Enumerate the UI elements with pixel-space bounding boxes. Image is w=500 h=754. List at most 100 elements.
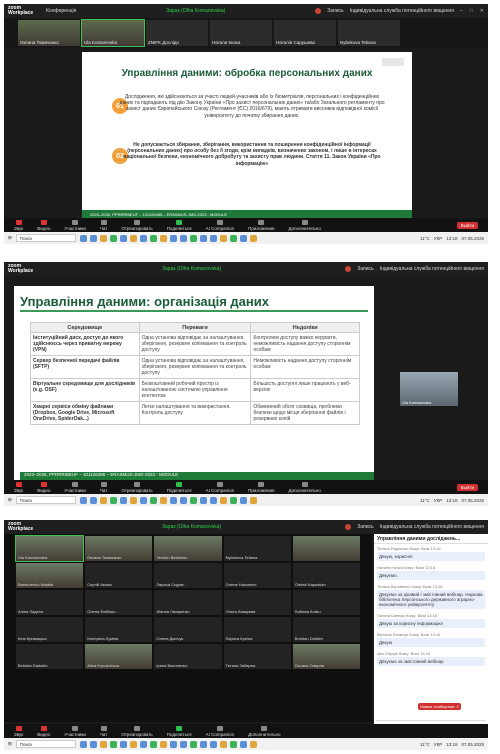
new-messages-badge[interactable]: Новые сообщения: 2 <box>418 703 461 710</box>
participant-thumb[interactable]: Наталія Сарушева <box>274 20 336 46</box>
weather: 11°C <box>419 741 430 747</box>
video-button[interactable]: Видео <box>37 219 50 231</box>
maximize-icon[interactable]: □ <box>470 8 473 14</box>
participant-tile[interactable] <box>292 536 360 561</box>
react-button[interactable]: Отреагировать <box>121 725 153 737</box>
participant-tile[interactable]: Жанна Лазоренко <box>154 590 222 615</box>
apps-icon <box>258 481 265 487</box>
clock-time: 13:18 <box>446 497 458 503</box>
share-button[interactable]: Поделиться <box>167 219 192 231</box>
start-icon[interactable]: ⊞ <box>8 235 12 241</box>
audio-button[interactable]: Звук <box>14 219 23 231</box>
more-button[interactable]: Дополнительно <box>288 481 321 493</box>
audio-button[interactable]: Звук <box>14 725 23 737</box>
participant-tile[interactable]: Тетяна Забарна <box>223 644 291 669</box>
taskbar-apps[interactable] <box>79 496 416 504</box>
ai-companion-button[interactable]: AI Companion <box>206 725 234 737</box>
heart-icon <box>134 481 141 487</box>
people-icon <box>72 481 79 487</box>
mic-off-icon <box>15 725 22 731</box>
participant-tile[interactable]: Nybekova Tetiana <box>223 536 291 561</box>
taskbar-search[interactable]: Поиск <box>15 496 76 504</box>
chat-button[interactable]: Чат <box>100 219 107 231</box>
participant-thumb[interactable]: Nybekova Tetiana <box>338 20 400 46</box>
taskbar-apps[interactable] <box>79 234 416 242</box>
chat-button[interactable]: Чат <box>100 481 107 493</box>
self-view-video[interactable]: Ula Komarevska <box>400 372 458 406</box>
participant-tile[interactable]: Лариса Скурат... <box>154 563 222 588</box>
react-button[interactable]: Отреагировать <box>121 481 153 493</box>
participant-tile[interactable]: Олена Дынчук <box>154 617 222 642</box>
taskbar-apps[interactable] <box>79 740 416 748</box>
participant-tile[interactable]: Аліна Ладеха <box>16 590 84 615</box>
taskbar-search[interactable]: Поиск <box>15 740 76 748</box>
taskbar-search[interactable]: Поиск <box>15 234 76 242</box>
windows-taskbar: ⊞ Поиск 11°C УКР 13:18 07.05.2025 <box>4 232 488 244</box>
share-button[interactable]: Поделиться <box>167 481 192 493</box>
participant-tile[interactable]: Oleksii Kapustian <box>292 563 360 588</box>
window-controls[interactable]: – □ ✕ <box>460 8 484 14</box>
minimize-icon[interactable]: – <box>460 8 463 14</box>
participant-thumb[interactable]: Натали Кизка <box>210 20 272 46</box>
video-button[interactable]: Видео <box>37 481 50 493</box>
participants-button[interactable]: Участники <box>64 481 86 493</box>
conference-menu[interactable]: Конференція <box>46 8 76 14</box>
zoom-title-bar: zoom Workplace Конференція Зараз (Olha Ko… <box>4 4 488 18</box>
participant-tile[interactable]: Svitlana Andru <box>292 590 360 615</box>
chat-message: Наталія Кизка Кому: Всім 13:16 Дякуємо. <box>374 563 488 582</box>
participant-tile[interactable]: Інна Кривицька <box>16 617 84 642</box>
participants-button[interactable]: Участники <box>64 219 86 231</box>
audio-button[interactable]: Звук <box>14 481 23 493</box>
weather: 11°C <box>419 497 430 503</box>
participant-thumb[interactable]: Ula Komarevska <box>81 19 145 47</box>
chat-button[interactable]: Чат <box>100 725 107 737</box>
self-view-label: Ula Komarevska <box>402 400 432 405</box>
meeting-name[interactable]: Зараз (Olha Komanovska) <box>162 266 221 272</box>
leave-button[interactable]: Выйти <box>456 221 478 229</box>
zoom-logo: zoom Workplace <box>8 5 34 16</box>
participant-thumb[interactable]: Оксана Томачанко <box>18 20 80 46</box>
participant-tile[interactable]: Оксана Томачанко <box>85 536 153 561</box>
language[interactable]: УКР <box>434 236 442 241</box>
participant-tile[interactable]: Ольга Лазарєва <box>223 590 291 615</box>
participant-tile[interactable]: Bohdan Dadakin <box>16 644 84 669</box>
participants-button[interactable]: Участники <box>64 725 86 737</box>
participant-tile[interactable]: Bandurenko Natalia <box>16 563 84 588</box>
language[interactable]: УКР <box>434 742 442 747</box>
ai-companion-button[interactable]: AI Companion <box>206 219 234 231</box>
participant-tile[interactable]: Оксана Смирна <box>292 644 360 669</box>
start-icon[interactable]: ⊞ <box>8 741 12 747</box>
leave-button[interactable]: Выйти <box>456 483 478 491</box>
participant-tile[interactable]: Катерина Луміна <box>85 617 153 642</box>
gallery-view: Ula Komarevska Оксана Томачанко Yevhen B… <box>4 534 372 722</box>
close-icon[interactable]: ✕ <box>480 8 484 14</box>
meeting-name[interactable]: Зараз (Olha Komanovska) <box>162 524 221 530</box>
participant-tile[interactable]: Олена Наконечн <box>223 563 291 588</box>
apps-button[interactable]: Приложения <box>248 219 274 231</box>
apps-button[interactable]: Приложения <box>248 481 274 493</box>
participant-thumb[interactable]: ZNIFK Дослідн <box>146 20 208 46</box>
camera-off-icon <box>40 219 47 225</box>
participant-tile[interactable]: Лариса Крєїна <box>223 617 291 642</box>
mic-off-icon <box>15 219 22 225</box>
participant-tile[interactable]: Сергій Амонс <box>85 563 153 588</box>
participant-tile[interactable]: Bohdan Dahtiev <box>292 617 360 642</box>
more-button[interactable]: Дополнительно <box>248 725 281 737</box>
ai-companion-button[interactable]: AI Companion <box>206 481 234 493</box>
react-button[interactable]: Отреагировать <box>121 219 153 231</box>
start-icon[interactable]: ⊞ <box>8 497 12 503</box>
participant-tile[interactable]: Ula Komarevska <box>14 535 85 562</box>
slide-footer: 2023–2026, PPRRRIBEUF – 101126485 – ERAS… <box>90 212 228 217</box>
participant-tile[interactable]: Alina Kryvolobova <box>85 644 153 669</box>
table-header: Переваги <box>138 322 252 333</box>
more-button[interactable]: Дополнительно <box>288 219 321 231</box>
participant-tile[interactable]: Yevhen Belakhon <box>154 536 222 561</box>
language[interactable]: УКР <box>434 498 442 503</box>
share-button[interactable]: Поделиться <box>167 725 192 737</box>
slide-title: Управління даними: обробка персональних … <box>121 68 373 79</box>
participant-tile[interactable]: Олена Фабілис... <box>85 590 153 615</box>
participant-tile[interactable]: Ірина Василенко <box>154 644 222 669</box>
video-button[interactable]: Видео <box>37 725 50 737</box>
zoom-title-bar: zoom Workplace Зараз (Olha Komanovska) За… <box>4 520 488 534</box>
meeting-name[interactable]: Зараз (Olha Komanovska) <box>166 8 225 14</box>
